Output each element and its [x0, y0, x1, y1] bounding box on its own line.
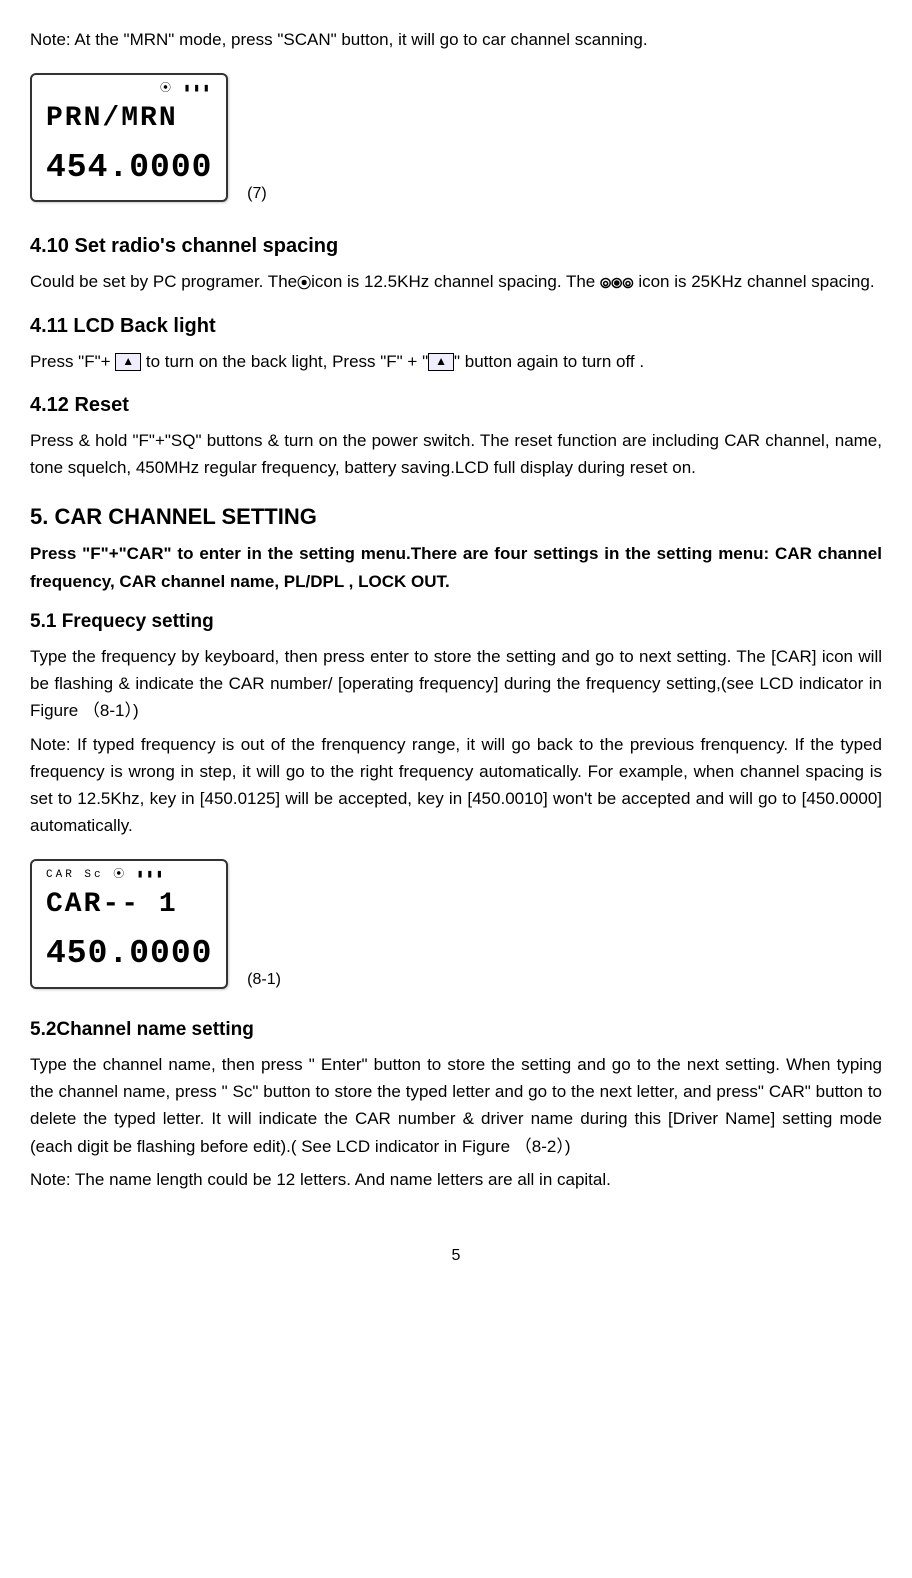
lcd1-line1: PRN/MRN — [46, 97, 212, 142]
para-5-2b: Note: The name length could be 12 letter… — [30, 1166, 882, 1193]
para-5-intro: Press "F"+"CAR" to enter in the setting … — [30, 540, 882, 594]
lcd-display-2: CAR Sc ⦿ ▮▮▮ CAR-- 1 450.0000 — [30, 859, 228, 988]
heading-4-12: 4.12 Reset — [30, 389, 882, 421]
text-410-a: Could be set by PC programer. The — [30, 272, 297, 291]
lcd2-line2: 450.0000 — [46, 928, 212, 981]
intro-note: Note: At the "MRN" mode, press "SCAN" bu… — [30, 26, 882, 53]
heading-5: 5. CAR CHANNEL SETTING — [30, 499, 882, 534]
lcd1-line2: 454.0000 — [46, 142, 212, 195]
para-4-11: Press "F"+ ▲ to turn on the back light, … — [30, 348, 882, 375]
para-5-1b: Note: If typed frequency is out of the f… — [30, 731, 882, 840]
up-arrow-icon: ▲ — [428, 353, 454, 370]
lcd2-caption: (8-1) — [247, 967, 281, 993]
text-410-b: icon is 12.5KHz channel spacing. The — [311, 272, 595, 291]
lcd2-line1: CAR-- 1 — [46, 883, 212, 928]
text-411-b: to turn on the back light, Press "F" + " — [141, 352, 428, 371]
page-number: 5 — [30, 1243, 882, 1269]
up-arrow-icon: ▲ — [115, 353, 141, 370]
lcd1-caption: (7) — [247, 181, 267, 207]
heading-5-1: 5.1 Frequecy setting — [30, 607, 882, 637]
narrow-spacing-icon: ⦿ — [297, 272, 311, 294]
para-5-2a: Type the channel name, then press " Ente… — [30, 1051, 882, 1160]
text-411-a: Press "F"+ — [30, 352, 115, 371]
lcd-figure-8-1: CAR Sc ⦿ ▮▮▮ CAR-- 1 450.0000 (8-1) — [30, 845, 882, 1002]
para-4-10: Could be set by PC programer. The⦿icon i… — [30, 268, 882, 295]
text-411-c: " button again to turn off . — [454, 352, 644, 371]
text-410-c: icon is 25KHz channel spacing. — [634, 272, 875, 291]
wide-spacing-icon: ⦾⦿⦾ — [600, 272, 634, 294]
heading-4-11: 4.11 LCD Back light — [30, 310, 882, 342]
lcd-figure-7: ⦿ ▮▮▮ PRN/MRN 454.0000 (7) — [30, 59, 882, 216]
lcd-display-1: ⦿ ▮▮▮ PRN/MRN 454.0000 — [30, 73, 228, 202]
para-4-12: Press & hold "F"+"SQ" buttons & turn on … — [30, 427, 882, 481]
heading-5-2: 5.2Channel name setting — [30, 1015, 882, 1045]
para-5-1a: Type the frequency by keyboard, then pre… — [30, 643, 882, 725]
heading-4-10: 4.10 Set radio's channel spacing — [30, 230, 882, 262]
